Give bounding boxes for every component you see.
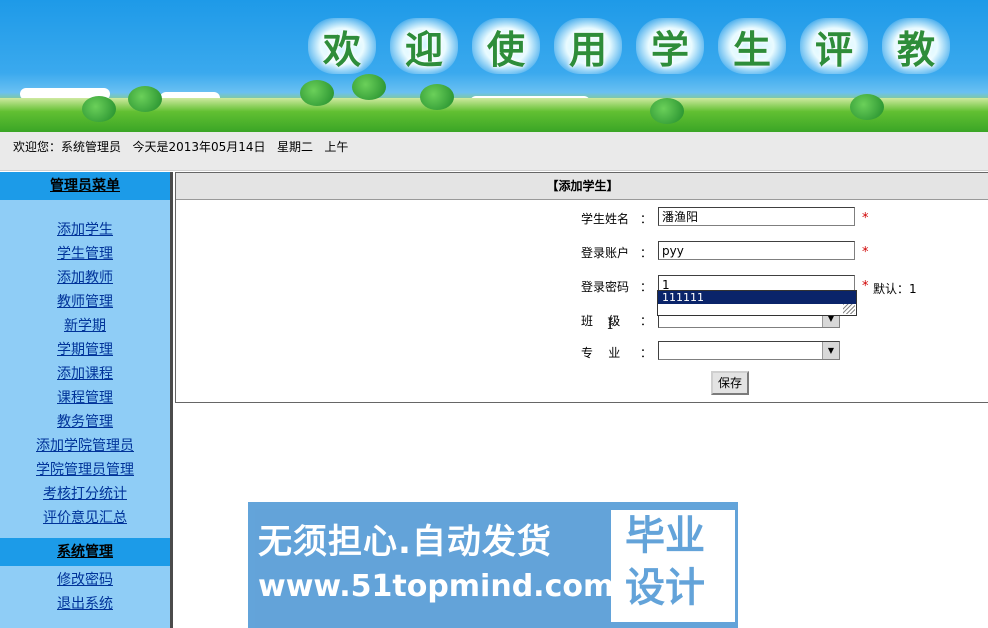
banner-char: 迎 xyxy=(390,18,458,74)
login-account-input[interactable]: pyy xyxy=(658,241,855,260)
major-label: 专 业 xyxy=(581,346,621,360)
major-select[interactable]: ▼ xyxy=(658,341,840,360)
sidebar-item-feedback-summary[interactable]: 评价意见汇总 xyxy=(0,506,170,530)
tree-decoration xyxy=(650,98,684,124)
panel-title: 【添加学生】 xyxy=(176,173,988,200)
banner-char: 学 xyxy=(636,18,704,74)
chevron-down-icon[interactable]: ▼ xyxy=(822,342,839,359)
name-label: 学生姓名 xyxy=(581,212,630,226)
colon: ： xyxy=(640,346,653,360)
system-menu-title: 系统管理 xyxy=(0,538,170,566)
badge-line: 设计 xyxy=(625,565,705,611)
sidebar-item-add-college-admin[interactable]: 添加学院管理员 xyxy=(0,434,170,458)
sidebar-item-student-management[interactable]: 学生管理 xyxy=(0,242,170,266)
tree-decoration xyxy=(82,96,116,122)
banner-title: 欢 迎 使 用 学 生 评 教 xyxy=(308,18,950,74)
student-name-input[interactable]: 潘渔阳 xyxy=(658,207,855,226)
admin-menu: 添加学生 学生管理 添加教师 教师管理 新学期 学期管理 添加课程 课程管理 教… xyxy=(0,200,170,530)
password-label: 登录密码 xyxy=(581,280,630,294)
admin-menu-title: 管理员菜单 xyxy=(0,172,170,200)
sidebar-item-course-management[interactable]: 课程管理 xyxy=(0,386,170,410)
required-mark: * xyxy=(862,245,869,260)
welcome-bar: 欢迎您：系统管理员 今天是2013年05月14日 星期二 上午 xyxy=(0,132,988,171)
sidebar-item-teacher-management[interactable]: 教师管理 xyxy=(0,290,170,314)
sidebar-item-academic-affairs[interactable]: 教务管理 xyxy=(0,410,170,434)
sidebar-item-add-course[interactable]: 添加课程 xyxy=(0,362,170,386)
tree-decoration xyxy=(850,94,884,120)
save-button[interactable]: 保存 xyxy=(711,371,749,395)
watermark-slogan: 无须担心.自动发货 xyxy=(258,522,552,562)
banner-char: 生 xyxy=(718,18,786,74)
class-label: 班 级 xyxy=(581,314,621,328)
sidebar-item-add-student[interactable]: 添加学生 xyxy=(0,218,170,242)
badge-line: 毕业 xyxy=(625,513,705,559)
watermark: 无须担心.自动发货 www.51topmind.com 毕业 设计 xyxy=(248,502,738,628)
tree-decoration xyxy=(128,86,162,112)
banner-char: 教 xyxy=(882,18,950,74)
sidebar-item-score-statistics[interactable]: 考核打分统计 xyxy=(0,482,170,506)
sidebar-item-logout[interactable]: 退出系统 xyxy=(0,592,170,616)
colon: ： xyxy=(640,246,653,260)
required-mark: * xyxy=(862,279,869,294)
colon: ： xyxy=(640,314,653,328)
system-menu: 修改密码 退出系统 xyxy=(0,566,170,616)
welcome-text: 欢迎您：系统管理员 今天是2013年05月14日 星期二 上午 xyxy=(13,140,349,154)
header-banner: 欢 迎 使 用 学 生 评 教 xyxy=(0,0,988,132)
resize-grip-icon[interactable] xyxy=(843,304,855,314)
autocomplete-option[interactable]: 111111 xyxy=(658,291,856,304)
banner-char: 评 xyxy=(800,18,868,74)
watermark-text: 无须担心.自动发货 www.51topmind.com xyxy=(258,514,614,604)
sidebar-item-college-admin-management[interactable]: 学院管理员管理 xyxy=(0,458,170,482)
banner-char: 使 xyxy=(472,18,540,74)
sidebar-item-new-semester[interactable]: 新学期 xyxy=(0,314,170,338)
add-student-panel: 【添加学生】 学生姓名 ： 潘渔阳 * 登录账户 ： pyy * 登录密码 ： … xyxy=(175,172,988,403)
tree-decoration xyxy=(352,74,386,100)
autocomplete-dropdown: 111111 xyxy=(657,290,857,316)
sidebar-item-add-teacher[interactable]: 添加教师 xyxy=(0,266,170,290)
password-default-note: 默认：1 xyxy=(873,282,917,296)
tree-decoration xyxy=(420,84,454,110)
watermark-badge: 毕业 设计 xyxy=(611,510,735,622)
banner-char: 欢 xyxy=(308,18,376,74)
colon: ： xyxy=(640,212,653,226)
sidebar-item-change-password[interactable]: 修改密码 xyxy=(0,568,170,592)
colon: ： xyxy=(640,280,653,294)
required-mark: * xyxy=(862,211,869,226)
text-cursor-icon: I xyxy=(607,314,614,333)
sidebar: 管理员菜单 添加学生 学生管理 添加教师 教师管理 新学期 学期管理 添加课程 … xyxy=(0,172,173,628)
watermark-url: www.51topmind.com xyxy=(258,569,615,604)
tree-decoration xyxy=(300,80,334,106)
banner-char: 用 xyxy=(554,18,622,74)
sidebar-item-semester-management[interactable]: 学期管理 xyxy=(0,338,170,362)
account-label: 登录账户 xyxy=(581,246,630,260)
